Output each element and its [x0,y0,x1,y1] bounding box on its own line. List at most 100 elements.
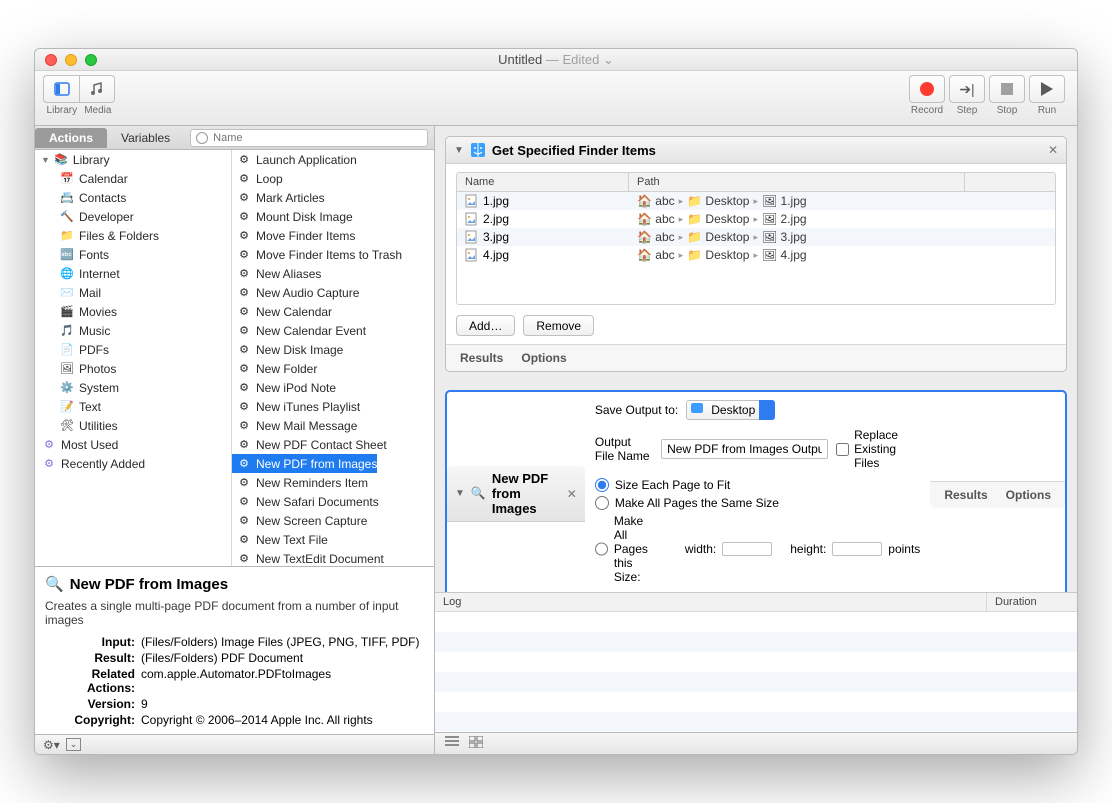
tab-variables[interactable]: Variables [107,128,184,148]
custom-size-radio[interactable] [595,542,608,556]
action-list-item[interactable]: ⚙︎New Audio Capture [232,283,434,302]
size-fit-label: Size Each Page to Fit [615,478,730,492]
step-button[interactable] [949,75,985,103]
library-button[interactable] [43,75,79,103]
grid-view-icon[interactable] [469,736,483,751]
add-button[interactable]: Add… [456,315,515,336]
width-input[interactable] [722,542,772,556]
workflow-area[interactable]: ▼ Get Specified Finder Items ✕ Name Path [435,126,1077,592]
gear-icon[interactable]: ⚙︎▾ [43,738,60,752]
action-list-item[interactable]: ⚙︎New PDF from Images [232,454,377,473]
action-icon: ⚙︎ [236,532,252,548]
size-fit-radio[interactable] [595,478,609,492]
action-icon: ⚙︎ [236,342,252,358]
table-row[interactable]: 2.jpg🏠 abc▸📁 Desktop▸🖼 2.jpg [457,210,1055,228]
actions-list[interactable]: ⚙︎Launch Application⚙︎Loop⚙︎Mark Article… [232,150,434,566]
options-tab[interactable]: Options [1006,488,1051,502]
log-col[interactable]: Log [435,593,987,611]
library-item[interactable]: 📁Files & Folders [35,226,231,245]
library-item[interactable]: 🌐Internet [35,264,231,283]
library-item[interactable]: 📇Contacts [35,188,231,207]
action-list-item[interactable]: ⚙︎New Calendar [232,302,434,321]
action-list-item[interactable]: ⚙︎New Folder [232,359,434,378]
table-row[interactable]: 1.jpg🏠 abc▸📁 Desktop▸🖼 1.jpg [457,192,1055,210]
library-item[interactable]: 🛠Utilities [35,416,231,435]
category-icon: ⚙️ [59,380,75,396]
titlebar[interactable]: Untitled — Edited ⌄ [35,49,1077,71]
action-list-item[interactable]: ⚙︎New Screen Capture [232,511,434,530]
height-input[interactable] [832,542,882,556]
action-list-item[interactable]: ⚙︎New Reminders Item [232,473,434,492]
media-button[interactable] [79,75,115,103]
remove-button[interactable]: Remove [523,315,594,336]
replace-existing-checkbox[interactable] [836,443,849,456]
smart-folder-icon: ⚙︎ [41,437,57,453]
action-list-item[interactable]: ⚙︎Move Finder Items [232,226,434,245]
smart-folder-item[interactable]: ⚙︎Most Used [35,435,231,454]
close-icon[interactable]: ✕ [1048,143,1058,157]
action-icon: ⚙︎ [236,418,252,434]
collapse-icon[interactable]: ⌄ [66,738,82,751]
action-list-item[interactable]: ⚙︎Loop [232,169,434,188]
log-panel[interactable]: Log Duration [435,592,1077,732]
library-item[interactable]: 📅Calendar [35,169,231,188]
action-list-item[interactable]: ⚙︎Mark Articles [232,188,434,207]
output-filename-input[interactable] [661,439,828,459]
options-tab[interactable]: Options [521,351,566,365]
action-new-pdf-from-images[interactable]: ▼ 🔍 New PDF from Images ✕ Save Output to… [445,390,1067,592]
save-to-select[interactable]: Desktop [686,400,775,420]
action-get-finder-items[interactable]: ▼ Get Specified Finder Items ✕ Name Path [445,136,1067,372]
action-list-item[interactable]: ⚙︎New PDF Contact Sheet [232,435,434,454]
action-list-item[interactable]: ⚙︎Move Finder Items to Trash [232,245,434,264]
smart-folder-item[interactable]: ⚙︎Recently Added [35,454,231,473]
action-list-item[interactable]: ⚙︎New Mail Message [232,416,434,435]
library-item[interactable]: 🎵Music [35,321,231,340]
action-list-item[interactable]: ⚙︎New TextEdit Document [232,549,434,566]
library-item[interactable]: 🖼Photos [35,359,231,378]
action-list-item[interactable]: ⚙︎New Text File [232,530,434,549]
action-list-item[interactable]: ⚙︎New Disk Image [232,340,434,359]
action-list-item[interactable]: ⚙︎New iTunes Playlist [232,397,434,416]
close-icon[interactable]: ✕ [567,487,577,501]
col-name[interactable]: Name [457,173,629,191]
step-icon [959,81,974,98]
table-row[interactable]: 4.jpg🏠 abc▸📁 Desktop▸🖼 4.jpg [457,246,1055,264]
col-path[interactable]: Path [629,173,965,191]
path-crumb: 📁 Desktop [687,194,749,208]
action-list-item[interactable]: ⚙︎Mount Disk Image [232,207,434,226]
search-input[interactable] [190,129,428,147]
stop-button[interactable] [989,75,1025,103]
library-item[interactable]: 📄PDFs [35,340,231,359]
library-item[interactable]: 🔤Fonts [35,245,231,264]
action-list-item[interactable]: ⚙︎New iPod Note [232,378,434,397]
table-row[interactable]: 3.jpg🏠 abc▸📁 Desktop▸🖼 3.jpg [457,228,1055,246]
action-icon: ⚙︎ [236,171,252,187]
run-button[interactable] [1029,75,1065,103]
library-item[interactable]: 📝Text [35,397,231,416]
results-tab[interactable]: Results [944,488,987,502]
list-view-icon[interactable] [445,736,459,751]
width-label: width: [685,542,716,556]
action-icon: ⚙︎ [236,494,252,510]
action-list-item[interactable]: ⚙︎New Calendar Event [232,321,434,340]
library-root[interactable]: ▼📚Library [35,150,231,169]
disclosure-icon[interactable]: ▼ [455,488,465,499]
library-item[interactable]: 🎬Movies [35,302,231,321]
record-button[interactable] [909,75,945,103]
library-item[interactable]: ⚙️System [35,378,231,397]
library-item[interactable]: ✉️Mail [35,283,231,302]
results-tab[interactable]: Results [460,351,503,365]
action-icon: ⚙︎ [236,437,252,453]
finder-items-table[interactable]: Name Path 1.jpg🏠 abc▸📁 Desktop▸🖼 1.jpg2.… [456,172,1056,305]
library-item[interactable]: 🔨Developer [35,207,231,226]
action-list-item[interactable]: ⚙︎Launch Application [232,150,434,169]
library-sidebar[interactable]: ▼📚Library 📅Calendar📇Contacts🔨Developer📁F… [35,150,232,566]
duration-col[interactable]: Duration [987,593,1077,611]
same-size-radio[interactable] [595,496,609,510]
window-title[interactable]: Untitled — Edited ⌄ [35,52,1077,68]
action-list-item[interactable]: ⚙︎New Safari Documents [232,492,434,511]
tab-actions[interactable]: Actions [35,128,107,148]
disclosure-icon[interactable]: ▼ [454,145,464,156]
action-icon: ⚙︎ [236,551,252,567]
action-list-item[interactable]: ⚙︎New Aliases [232,264,434,283]
